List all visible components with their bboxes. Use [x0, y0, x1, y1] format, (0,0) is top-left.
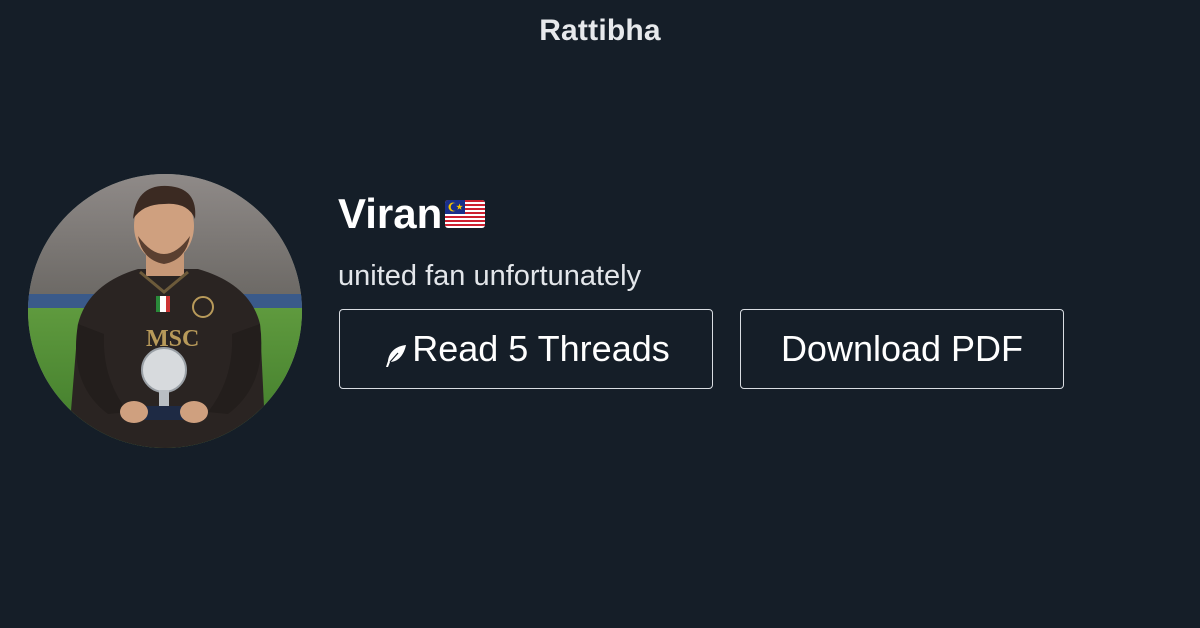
site-brand: Rattibha [539, 14, 661, 47]
profile-info: Viran united fan unfortunately [338, 188, 641, 294]
read-threads-button[interactable]: Read 5 Threads [339, 309, 713, 389]
avatar: MSC [28, 174, 302, 448]
download-pdf-button[interactable]: Download PDF [740, 309, 1064, 389]
download-pdf-label: Download PDF [780, 328, 1024, 369]
name-row: Viran [338, 188, 641, 240]
read-threads-label: Read 5 Threads [412, 328, 670, 369]
svg-text:MSC: MSC [146, 326, 199, 352]
profile-bio: united fan unfortunately [338, 260, 642, 292]
feather-icon [382, 337, 410, 367]
action-buttons: Read 5 Threads Download PDF [339, 309, 1064, 389]
malaysia-flag-icon [445, 200, 486, 228]
profile-name: Viran [338, 190, 443, 237]
avatar-photo: MSC [28, 174, 302, 448]
